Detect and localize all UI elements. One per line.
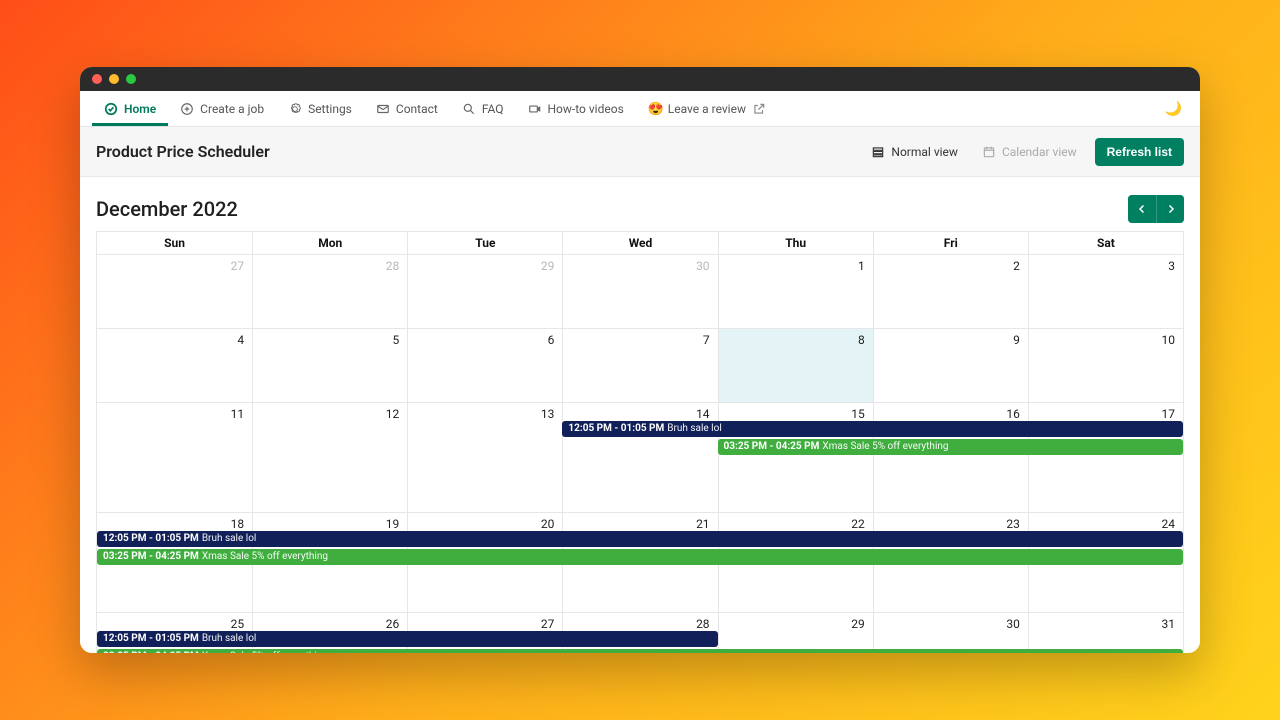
week-row: 11 12 13 14 15 16 17 12:05 PM - 01:05 PM…: [97, 403, 1183, 513]
day-cell[interactable]: 2: [873, 255, 1028, 329]
page-header: Product Price Scheduler Normal view Cale…: [80, 127, 1200, 177]
day-cell[interactable]: 31: [1028, 613, 1183, 653]
nav-label: How-to videos: [548, 102, 624, 116]
day-cell[interactable]: 16: [873, 403, 1028, 513]
nav-home[interactable]: Home: [92, 91, 168, 126]
calendar: December 2022 Sun Mon Tue Wed: [80, 177, 1200, 653]
page-title: Product Price Scheduler: [96, 142, 270, 161]
nav-label: FAQ: [482, 102, 504, 116]
day-cell[interactable]: 17: [1028, 403, 1183, 513]
calendar-title: December 2022: [96, 197, 238, 221]
moon-icon: 🌙: [1165, 101, 1182, 117]
nav-label: Create a job: [200, 102, 264, 116]
day-cell[interactable]: 13: [407, 403, 562, 513]
nav-settings[interactable]: Settings: [276, 91, 364, 126]
theme-toggle[interactable]: 🌙: [1165, 91, 1188, 126]
day-cell[interactable]: 9: [873, 329, 1028, 403]
minimize-icon[interactable]: [109, 74, 119, 84]
day-cell[interactable]: 6: [407, 329, 562, 403]
nav-label: Contact: [396, 102, 438, 116]
event-green[interactable]: 03:25 PM - 04:25 PMXmas Sale 5% off ever…: [97, 549, 1183, 565]
view-label: Calendar view: [1002, 145, 1077, 159]
event-green[interactable]: 03:25 PM - 04:25 PMXmas Sale 5% off ever…: [97, 649, 1183, 653]
week-row: 18 19 20 21 22 23 24 12:05 PM - 01:05 PM…: [97, 513, 1183, 613]
nav-howto[interactable]: How-to videos: [516, 91, 636, 126]
event-navy[interactable]: 12:05 PM - 01:05 PMBruh sale lol: [97, 531, 1183, 547]
search-icon: [462, 102, 476, 116]
event-navy[interactable]: 12:05 PM - 01:05 PMBruh sale lol: [562, 421, 1183, 437]
prev-month-button[interactable]: [1128, 195, 1156, 223]
day-cell[interactable]: 11: [97, 403, 252, 513]
week-row: 4 5 6 7 8 9 10: [97, 329, 1183, 403]
event-navy[interactable]: 12:05 PM - 01:05 PMBruh sale lol: [97, 631, 718, 647]
dow: Sun: [97, 232, 252, 255]
dow: Tue: [407, 232, 562, 255]
day-cell[interactable]: 14: [562, 403, 717, 513]
nav-label: Settings: [308, 102, 352, 116]
day-cell[interactable]: 28: [252, 255, 407, 329]
week-row: 25 26 27 28 29 30 31 12:05 PM - 01:05 PM…: [97, 613, 1183, 653]
home-icon: [104, 102, 118, 116]
calendar-grid: Sun Mon Tue Wed Thu Fri Sat 27 28 29 30 …: [96, 231, 1184, 653]
day-headers: Sun Mon Tue Wed Thu Fri Sat: [97, 232, 1183, 255]
titlebar: [80, 67, 1200, 91]
day-cell-today[interactable]: 8: [718, 329, 873, 403]
calendar-view-button[interactable]: Calendar view: [976, 141, 1083, 163]
nav-faq[interactable]: FAQ: [450, 91, 516, 126]
day-cell[interactable]: 15: [718, 403, 873, 513]
nav-contact[interactable]: Contact: [364, 91, 450, 126]
event-green[interactable]: 03:25 PM - 04:25 PMXmas Sale 5% off ever…: [718, 439, 1183, 455]
day-cell[interactable]: 5: [252, 329, 407, 403]
day-cell[interactable]: 30: [873, 613, 1028, 653]
external-link-icon: [752, 102, 766, 116]
nav-review[interactable]: 😍 Leave a review: [636, 91, 778, 126]
plus-circle-icon: [180, 102, 194, 116]
day-cell[interactable]: 29: [407, 255, 562, 329]
day-cell[interactable]: 12: [252, 403, 407, 513]
gear-icon: [288, 102, 302, 116]
view-label: Normal view: [891, 145, 958, 159]
day-cell[interactable]: 1: [718, 255, 873, 329]
app-window: Home Create a job Settings Contact: [80, 67, 1200, 653]
day-cell[interactable]: 30: [562, 255, 717, 329]
dow: Wed: [562, 232, 717, 255]
day-cell[interactable]: 3: [1028, 255, 1183, 329]
calendar-icon: [982, 145, 996, 159]
week-row: 27 28 29 30 1 2 3: [97, 255, 1183, 329]
day-cell[interactable]: 7: [562, 329, 717, 403]
normal-view-button[interactable]: Normal view: [865, 141, 964, 163]
day-cell[interactable]: 27: [97, 255, 252, 329]
video-icon: [528, 102, 542, 116]
heart-eyes-icon: 😍: [648, 102, 662, 116]
nav-label: Leave a review: [668, 102, 746, 116]
close-icon[interactable]: [92, 74, 102, 84]
calendar-nav: [1128, 195, 1184, 223]
next-month-button[interactable]: [1156, 195, 1184, 223]
maximize-icon[interactable]: [126, 74, 136, 84]
mail-icon: [376, 102, 390, 116]
top-nav: Home Create a job Settings Contact: [80, 91, 1200, 127]
dow: Fri: [873, 232, 1028, 255]
dow: Mon: [252, 232, 407, 255]
day-cell[interactable]: 10: [1028, 329, 1183, 403]
day-cell[interactable]: 29: [718, 613, 873, 653]
nav-label: Home: [124, 102, 156, 116]
dow: Thu: [718, 232, 873, 255]
day-cell[interactable]: 4: [97, 329, 252, 403]
dow: Sat: [1028, 232, 1183, 255]
refresh-button[interactable]: Refresh list: [1095, 138, 1184, 166]
list-icon: [871, 145, 885, 159]
nav-create-job[interactable]: Create a job: [168, 91, 276, 126]
